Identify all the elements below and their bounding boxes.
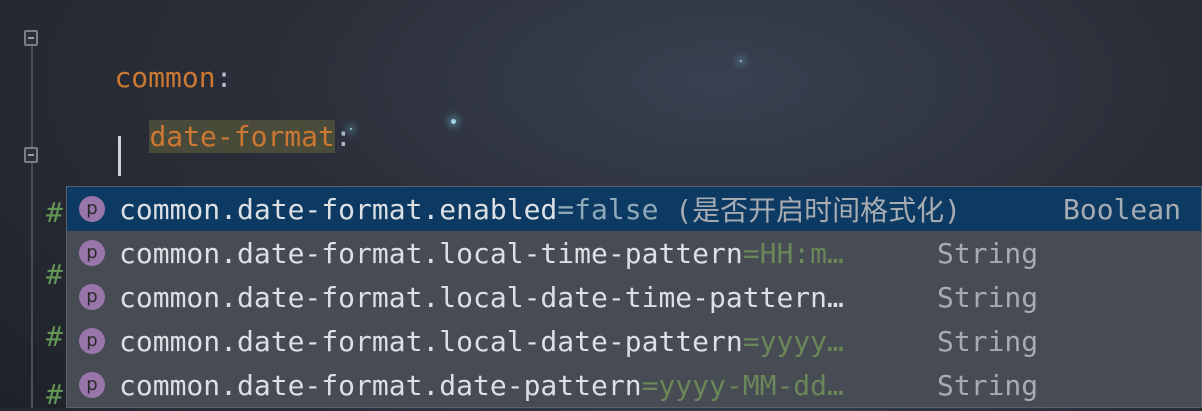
completion-name: common.date-format.date-pattern [119,368,642,402]
background-star [451,119,456,124]
fold-toggle-icon[interactable] [24,147,38,163]
completion-name: common.date-format.local-date-pattern [119,324,743,358]
fold-guide-line [31,30,33,408]
completion-item[interactable]: p common.date-format.local-date-pattern =… [67,319,1045,363]
property-icon: p [79,372,105,398]
property-icon: p [79,196,105,222]
autocomplete-popup[interactable]: p common.date-format.enabled =false (是否开启… [66,186,1202,408]
completion-type: String [937,368,1039,402]
yaml-colon: : [334,120,352,153]
property-icon: p [79,328,105,354]
completion-name: common.date-format.local-time-pattern [119,236,743,270]
yaml-line-date-format[interactable]: date-format: [82,77,352,197]
completion-type: Boolean [1063,192,1182,226]
yaml-key-date-format: date-format [149,120,335,153]
comment-marker: # [46,378,63,411]
code-editor[interactable]: common: date-format: # # # # p common.da… [0,0,1202,411]
comment-marker: # [46,258,63,291]
completion-item[interactable]: p common.date-format.enabled =false (是否开启… [67,187,1201,231]
completion-value: =yyyy… [742,324,844,358]
comment-marker: # [46,320,63,353]
completion-description: (是否开启时间格式化) [658,194,978,227]
completion-name: common.date-format.local-date-time-patte… [119,280,844,314]
property-icon: p [79,284,105,310]
background-star [740,60,742,62]
completion-value: =yyyy-MM-dd… [641,368,844,402]
fold-toggle-icon[interactable] [24,30,38,46]
comment-marker: # [46,196,63,229]
property-icon: p [79,240,105,266]
completion-item[interactable]: p common.date-format.local-time-pattern =… [67,231,1045,275]
completion-item[interactable]: p common.date-format.date-pattern =yyyy-M… [67,363,1045,407]
completion-value: =false [557,192,659,226]
completion-item[interactable]: p common.date-format.local-date-time-pat… [67,275,1045,319]
completion-type: String [937,324,1039,358]
completion-type: String [937,280,1039,314]
completion-type: String [937,236,1039,270]
completion-value: =HH:m… [742,236,844,270]
completion-name: common.date-format.enabled [119,192,558,226]
text-caret [118,136,121,176]
